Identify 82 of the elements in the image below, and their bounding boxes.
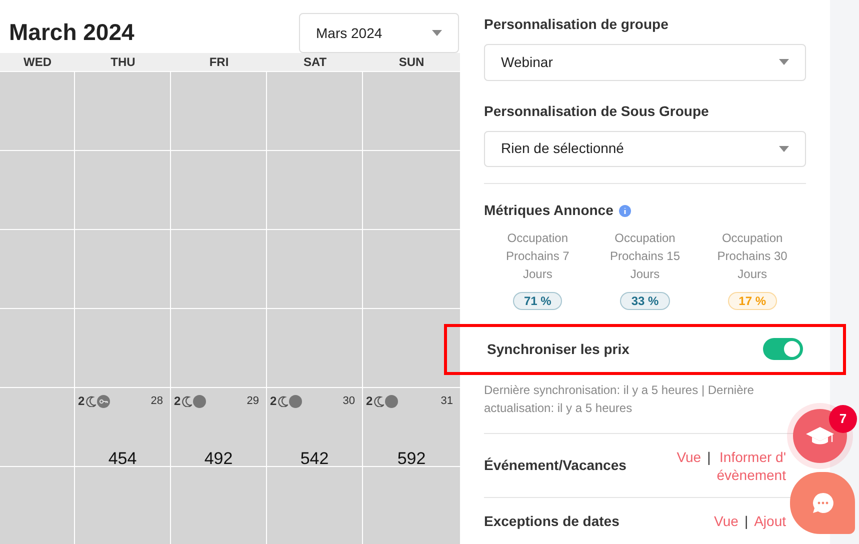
calendar-cell[interactable] xyxy=(267,309,363,388)
weekday-header: SAT xyxy=(302,54,328,71)
calendar-cell[interactable] xyxy=(171,151,267,230)
calendar-title: March 2024 xyxy=(9,18,134,47)
caret-icon xyxy=(779,59,789,66)
section-label: Événement/Vacances xyxy=(484,456,626,476)
metrics-title: Métriques Annonce xyxy=(484,201,614,220)
price-text: 492 xyxy=(203,448,234,470)
dot-icon xyxy=(192,394,206,408)
calendar-cell[interactable] xyxy=(267,467,363,544)
calendar-cell[interactable]: 2 29 492 xyxy=(171,388,267,467)
group-select[interactable]: Webinar xyxy=(484,44,806,81)
weekday-header: FRI xyxy=(208,54,230,71)
calendar-cell[interactable] xyxy=(0,230,75,309)
group-label: Personnalisation de groupe xyxy=(484,15,670,34)
day-number: 30 xyxy=(342,394,355,409)
calendar-cell[interactable] xyxy=(0,309,75,388)
graduation-cap-icon xyxy=(805,425,835,447)
moon-icon xyxy=(278,396,288,406)
calendar-cell[interactable] xyxy=(75,72,171,151)
calendar-cell[interactable] xyxy=(171,230,267,309)
weekday-header: THU xyxy=(110,54,136,71)
caret-icon xyxy=(432,30,442,36)
calendar-cell[interactable] xyxy=(171,467,267,544)
calendar-cell[interactable] xyxy=(75,151,171,230)
nights-count: 2 xyxy=(78,393,85,410)
subgroup-label: Personnalisation de Sous Groupe xyxy=(484,102,710,121)
nights-count: 2 xyxy=(270,393,277,410)
day-number: 31 xyxy=(440,394,453,409)
link-separator: | xyxy=(744,512,748,530)
calendar-cell[interactable] xyxy=(75,230,171,309)
calendar-cell[interactable] xyxy=(363,467,460,544)
dot-icon xyxy=(288,394,302,408)
caret-icon xyxy=(779,146,789,152)
info-icon[interactable] xyxy=(619,204,632,217)
month-select[interactable]: Mars 2024 xyxy=(299,13,459,53)
calendar-cell[interactable]: 2 31 592 xyxy=(363,388,460,467)
metric-label: Occupation Prochains 15 Jours xyxy=(608,230,681,284)
sync-label: Synchroniser les prix xyxy=(487,340,630,359)
price-text: 592 xyxy=(396,448,427,470)
link-separator: | xyxy=(707,448,711,466)
calendar-cell[interactable] xyxy=(0,388,75,467)
calendar-cell[interactable] xyxy=(363,230,460,309)
calendar-cell[interactable] xyxy=(0,72,75,151)
calendar-cell[interactable] xyxy=(75,309,171,388)
calendar-cell[interactable] xyxy=(363,151,460,230)
metric-label: Occupation Prochains 30 Jours xyxy=(716,230,788,284)
nights-count: 2 xyxy=(366,393,373,410)
calendar-cell[interactable] xyxy=(75,467,171,544)
day-number: 28 xyxy=(150,394,163,409)
day-number: 29 xyxy=(246,394,259,409)
key-icon xyxy=(96,394,110,408)
calendar-cell[interactable] xyxy=(0,151,75,230)
section-label: Exceptions de dates xyxy=(484,512,620,531)
metric-label: Occupation Prochains 7 Jours xyxy=(504,230,570,284)
nights-count: 2 xyxy=(174,393,181,410)
calendar-cell[interactable] xyxy=(267,230,363,309)
calendar-cell[interactable] xyxy=(171,309,267,388)
chat-bubble-icon xyxy=(810,491,834,515)
dot-icon xyxy=(384,394,398,408)
calendar-cell[interactable] xyxy=(267,151,363,230)
moon-icon xyxy=(86,396,96,406)
moon-icon xyxy=(374,396,384,406)
calendar-cell[interactable]: 2 30 542 xyxy=(267,388,363,467)
calendar-cell[interactable] xyxy=(171,72,267,151)
sync-toggle[interactable] xyxy=(763,338,803,360)
calendar-cell[interactable] xyxy=(363,309,460,388)
metric-value: 17 % xyxy=(728,292,777,310)
subgroup-select[interactable]: Rien de sélectionné xyxy=(484,130,806,168)
chat-button[interactable] xyxy=(790,472,855,534)
calendar-cell[interactable]: 2 28 454 xyxy=(75,388,171,467)
weekday-header: SUN xyxy=(398,54,426,71)
calendar-cell[interactable] xyxy=(267,72,363,151)
price-text: 454 xyxy=(107,448,138,470)
calendar-cell[interactable] xyxy=(363,72,460,151)
price-text: 542 xyxy=(299,448,330,470)
calendar-cell[interactable] xyxy=(0,467,75,544)
metric-value: 71 % xyxy=(512,292,562,310)
weekday-header: WED xyxy=(22,54,52,71)
sync-note: Dernière synchronisation: il y a 5 heures | Dernière actualisation: il y a 5 heures xyxy=(484,382,755,417)
moon-icon xyxy=(182,396,192,406)
metric-value: 33 % xyxy=(620,292,670,310)
